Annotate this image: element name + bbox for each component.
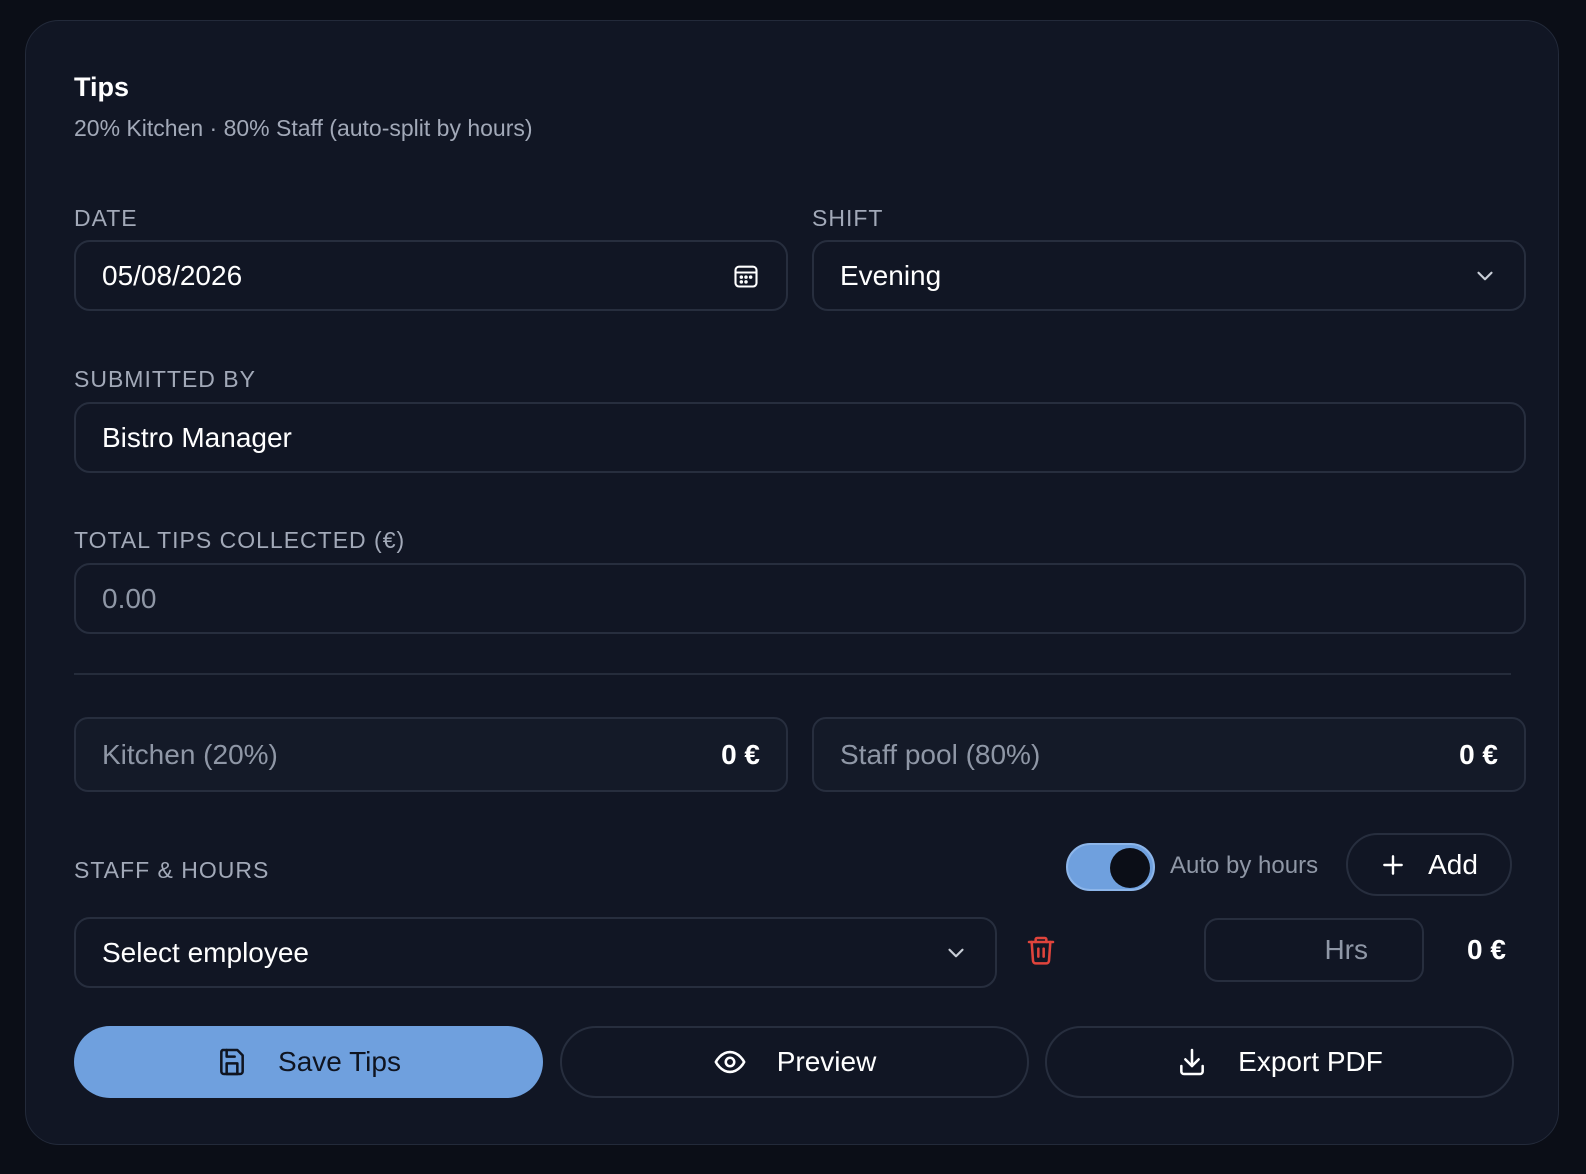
date-input[interactable]: 05/08/2026 <box>74 240 788 311</box>
auto-by-hours-label: Auto by hours <box>1170 852 1319 879</box>
total-tips-placeholder: 0.00 <box>102 582 157 614</box>
add-label: Add <box>1428 848 1478 880</box>
chevron-down-icon <box>1472 263 1498 289</box>
kitchen-label: Kitchen (20%) <box>102 738 278 770</box>
preview-label: Preview <box>776 1046 877 1077</box>
shift-label: SHIFT <box>812 205 884 231</box>
chevron-down-icon <box>943 940 969 966</box>
date-label: DATE <box>74 205 138 231</box>
kitchen-split: Kitchen (20%) 0 € <box>74 717 788 792</box>
shift-value: Evening <box>840 259 942 291</box>
staff-pool-split: Staff pool (80%) 0 € <box>812 717 1526 792</box>
add-staff-button[interactable]: Add <box>1346 833 1512 896</box>
preview-button[interactable]: Preview <box>560 1026 1029 1098</box>
download-icon <box>1176 1046 1208 1078</box>
save-tips-button[interactable]: Save Tips <box>74 1026 543 1098</box>
card-title: Tips <box>74 72 130 102</box>
eye-icon <box>713 1045 747 1079</box>
staff-pool-amount: 0 € <box>1459 738 1498 770</box>
shift-select[interactable]: Evening <box>812 240 1526 311</box>
staff-hours-label: STAFF & HOURS <box>74 857 270 883</box>
total-tips-input[interactable]: 0.00 <box>74 563 1526 634</box>
plus-icon <box>1380 852 1406 878</box>
submitted-by-value: Bistro Manager <box>102 421 292 453</box>
save-icon <box>216 1046 248 1078</box>
employee-placeholder: Select employee <box>102 936 310 968</box>
date-value: 05/08/2026 <box>102 259 243 291</box>
save-tips-label: Save Tips <box>278 1046 401 1077</box>
hours-placeholder: Hrs <box>1324 934 1368 965</box>
export-pdf-label: Export PDF <box>1238 1046 1383 1077</box>
calendar-icon[interactable] <box>732 262 760 290</box>
employee-select[interactable]: Select employee <box>74 917 997 988</box>
card-subtitle: 20% Kitchen · 80% Staff (auto-split by h… <box>74 115 533 141</box>
total-tips-label: TOTAL TIPS COLLECTED (€) <box>74 527 406 553</box>
export-pdf-button[interactable]: Export PDF <box>1045 1026 1514 1098</box>
hours-input[interactable]: Hrs <box>1204 918 1424 982</box>
toggle-knob <box>1110 848 1150 888</box>
row-amount: 0 € <box>1467 934 1506 965</box>
auto-by-hours-toggle[interactable] <box>1066 843 1155 891</box>
staff-pool-label: Staff pool (80%) <box>840 738 1041 770</box>
divider <box>74 673 1511 675</box>
submitted-by-input[interactable]: Bistro Manager <box>74 402 1526 473</box>
submitted-by-label: SUBMITTED BY <box>74 366 256 392</box>
kitchen-amount: 0 € <box>721 738 760 770</box>
trash-icon[interactable] <box>1025 933 1057 972</box>
